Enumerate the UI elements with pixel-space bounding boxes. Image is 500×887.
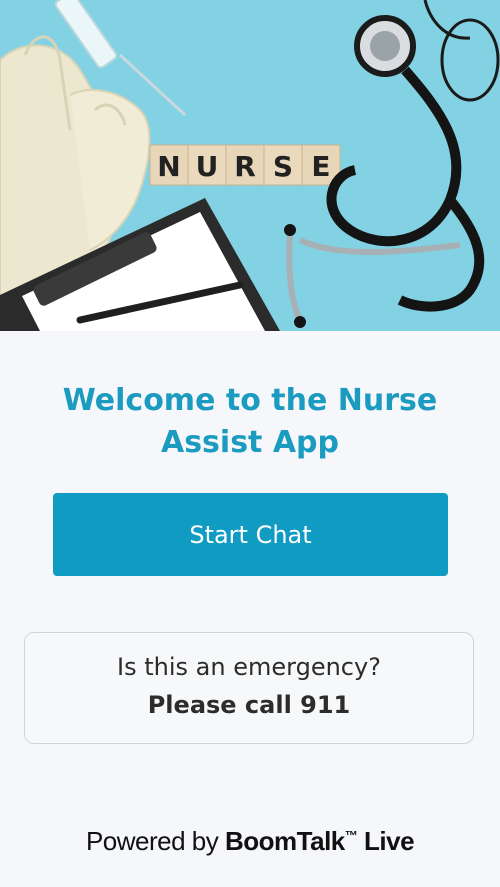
tile-letter: U — [196, 150, 219, 183]
welcome-line-2: Assist App — [160, 425, 340, 460]
brand-logo-text: BoomTalk™ Live — [225, 826, 415, 856]
trademark-symbol: ™ — [344, 828, 358, 843]
emergency-question: Is this an emergency? — [117, 653, 381, 681]
tile-letter: E — [311, 150, 330, 183]
emergency-call-911: Please call 911 — [147, 691, 351, 719]
welcome-heading: Welcome to the Nurse Assist App — [0, 380, 500, 464]
powered-by-footer: Powered by BoomTalk™ Live — [0, 826, 500, 857]
brand-suffix: Live — [364, 826, 415, 856]
start-chat-button[interactable]: Start Chat — [53, 493, 448, 576]
tile-letter: S — [273, 150, 293, 183]
tile-letter: N — [157, 150, 180, 183]
nurse-hero-image: N U R S E — [0, 0, 500, 331]
nurse-letter-blocks: N U R S E — [149, 144, 341, 186]
start-chat-label: Start Chat — [189, 520, 312, 549]
brand-name: BoomTalk — [225, 826, 345, 856]
emergency-notice: Is this an emergency? Please call 911 — [24, 632, 474, 744]
welcome-line-1: Welcome to the Nurse — [62, 383, 438, 418]
powered-by-prefix: Powered by — [85, 826, 219, 856]
tile-letter: R — [234, 150, 256, 183]
